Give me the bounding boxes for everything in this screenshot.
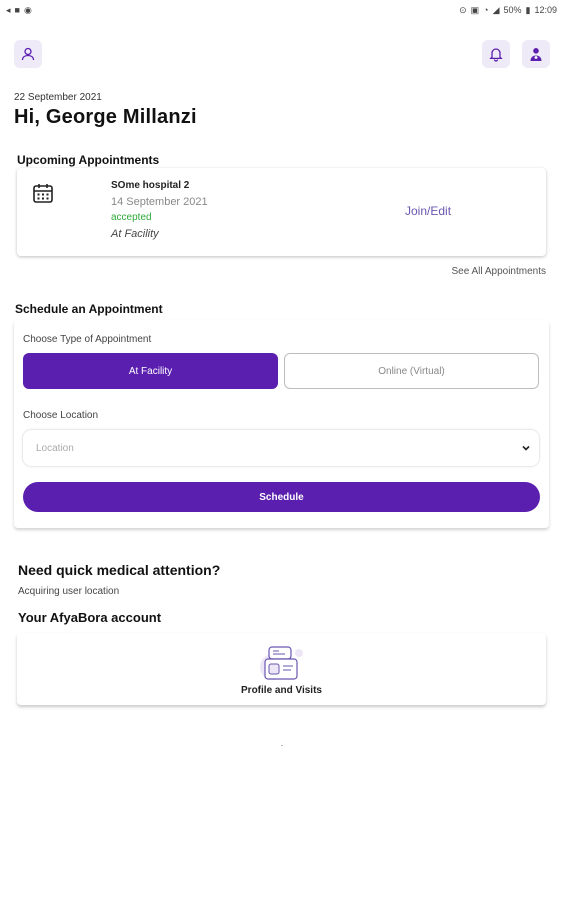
schedule-appointment-title: Schedule an Appointment bbox=[15, 302, 163, 316]
profile-visits-illustration bbox=[260, 646, 303, 680]
vibrate-icon: ▣ bbox=[470, 4, 480, 15]
current-date: 22 September 2021 bbox=[14, 92, 102, 103]
upcoming-appointments-title: Upcoming Appointments bbox=[17, 153, 160, 167]
appointment-type: At Facility bbox=[111, 228, 159, 240]
greeting: Hi, George Millanzi bbox=[14, 106, 197, 128]
battery-percent: 50% bbox=[503, 5, 522, 15]
location-status-text: Acquiring user location bbox=[18, 586, 120, 597]
status-left-icons: ◂ ■ ◉ bbox=[6, 5, 32, 16]
appointment-hospital: SOme hospital 2 bbox=[111, 180, 190, 191]
profile-visits-label: Profile and Visits bbox=[241, 685, 322, 696]
profile-visits-card[interactable]: Profile and Visits bbox=[17, 633, 546, 705]
appointment-date: 14 September 2021 bbox=[111, 196, 208, 208]
doctor-button[interactable] bbox=[522, 40, 550, 68]
status-bar: ◂ ■ ◉ ⊙ ▣ ◔ ◢ 50% ▮ 12:09 bbox=[0, 0, 563, 20]
sync-icon: ◉ bbox=[23, 4, 32, 15]
user-icon bbox=[21, 47, 35, 61]
location-placeholder: Location bbox=[36, 442, 74, 454]
clock: 12:09 bbox=[534, 5, 557, 15]
location-icon: ⊙ bbox=[459, 4, 467, 15]
at-facility-button[interactable]: At Facility bbox=[23, 353, 278, 389]
calendar-icon bbox=[33, 184, 53, 203]
lock-icon: ■ bbox=[14, 5, 20, 15]
appointment-card[interactable]: SOme hospital 2 14 September 2021 accept… bbox=[17, 168, 546, 256]
bell-icon bbox=[489, 48, 503, 62]
signal-indicator-icon: ◂ bbox=[6, 4, 11, 15]
battery-icon: ▮ bbox=[525, 4, 531, 15]
see-all-appointments-link[interactable]: See All Appointments bbox=[451, 266, 546, 277]
wifi-icon: ◔ bbox=[483, 5, 489, 15]
schedule-button[interactable]: Schedule bbox=[23, 482, 540, 512]
cell-signal-icon: ◢ bbox=[492, 4, 500, 15]
quick-attention-title: Need quick medical attention? bbox=[18, 562, 221, 578]
join-edit-link[interactable]: Join/Edit bbox=[405, 204, 451, 218]
location-select[interactable]: Location bbox=[23, 430, 539, 466]
doctor-icon bbox=[530, 48, 542, 61]
appointment-details: SOme hospital 2 14 September 2021 accept… bbox=[111, 180, 208, 240]
schedule-form-card: Choose Type of Appointment At Facility O… bbox=[14, 320, 549, 528]
chevron-down-icon bbox=[522, 445, 530, 451]
location-label: Choose Location bbox=[23, 410, 99, 421]
appointment-status: accepted bbox=[111, 212, 152, 223]
status-right-icons: ⊙ ▣ ◔ ◢ 50% ▮ 12:09 bbox=[459, 5, 557, 16]
account-title: Your AfyaBora account bbox=[18, 610, 162, 625]
profile-button[interactable] bbox=[14, 40, 42, 68]
loading-indicator bbox=[281, 745, 283, 746]
notifications-button[interactable] bbox=[482, 40, 510, 68]
online-virtual-button[interactable]: Online (Virtual) bbox=[284, 353, 539, 389]
appointment-type-label: Choose Type of Appointment bbox=[23, 334, 152, 345]
